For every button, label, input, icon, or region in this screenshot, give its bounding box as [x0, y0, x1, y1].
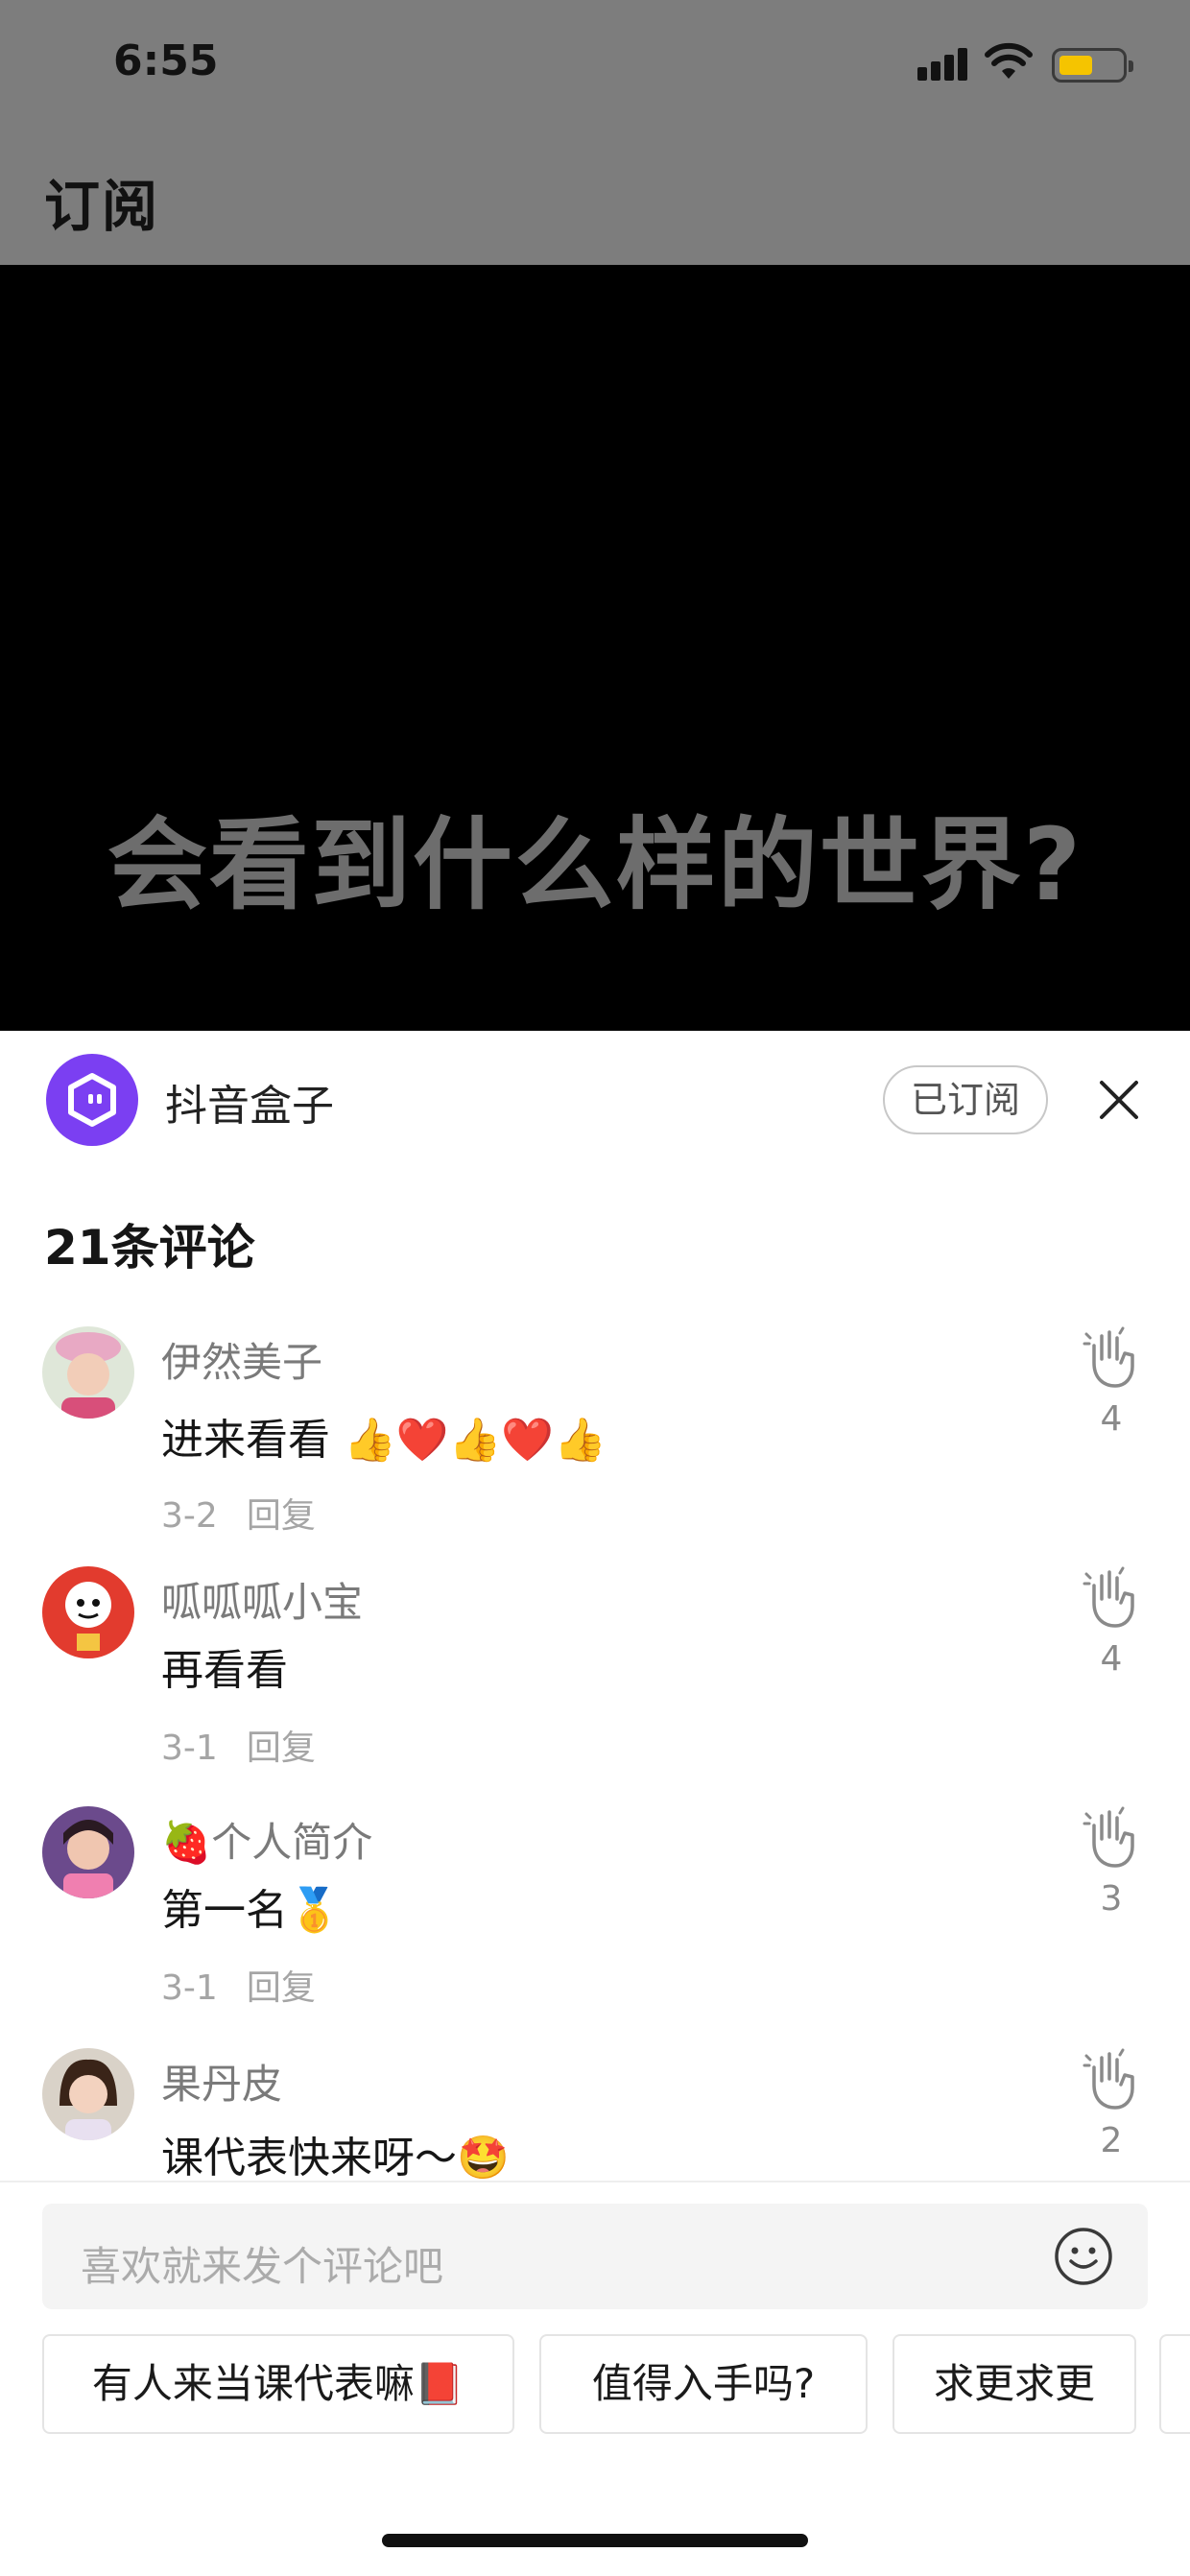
quick-reply-chip[interactable]: 值得入手吗?	[539, 2334, 868, 2434]
reply-button[interactable]: 回复	[247, 1968, 316, 2008]
avatar[interactable]	[42, 1806, 134, 1898]
avatar[interactable]	[42, 2048, 134, 2140]
comment-item: 🍓个人简介 第一名🥇 3-1 回复 3	[0, 1795, 1190, 2035]
video-caption: 会看到什么样的世界?	[107, 806, 1083, 923]
comment-username[interactable]: 果丹皮	[161, 2052, 282, 2111]
comment-count: 21条评论	[44, 1220, 255, 1276]
comment-meta: 3-2 回复	[161, 1488, 316, 1538]
like-hand-icon[interactable]	[1081, 1324, 1142, 1392]
comment-date: 3-1	[161, 1729, 218, 1768]
like-count: 4	[1100, 1639, 1123, 1679]
video-player[interactable]: 会看到什么样的世界?	[0, 265, 1190, 1031]
channel-bar: 抖音盒子 已订阅	[0, 1031, 1190, 1171]
avatar[interactable]	[42, 1566, 134, 1658]
comment-input-placeholder: 喜欢就来发个评论吧	[81, 2243, 444, 2290]
comment-list[interactable]: 伊然美子 进来看看 👍❤️👍❤️👍 3-2 回复 4 呱呱呱小宝 再看看 3-1 回…	[0, 1315, 1190, 2179]
comment-meta: 3-1 回复	[161, 1720, 316, 1770]
close-icon[interactable]	[1094, 1075, 1144, 1125]
quick-reply-bar: 有人来当课代表嘛📕 值得入手吗? 求更求更	[0, 2334, 1190, 2440]
quick-reply-chip[interactable]: 求更求更	[892, 2334, 1136, 2434]
status-time: 6:55	[113, 36, 219, 85]
channel-avatar[interactable]	[46, 1054, 138, 1146]
comment-text: 进来看看 👍❤️👍❤️👍	[161, 1416, 607, 1465]
like-count: 3	[1100, 1879, 1123, 1919]
like-count: 2	[1100, 2121, 1123, 2160]
comment-text: 第一名🥇	[161, 1886, 341, 1935]
battery-icon	[1052, 48, 1133, 83]
comment-input[interactable]: 喜欢就来发个评论吧	[42, 2204, 1148, 2309]
quick-reply-chip[interactable]: 有人来当课代表嘛📕	[42, 2334, 514, 2434]
emoji-icon[interactable]	[1054, 2227, 1113, 2286]
reply-button[interactable]: 回复	[247, 1496, 316, 1536]
top-area: 6:55 订阅	[0, 0, 1190, 265]
channel-name[interactable]: 抖音盒子	[165, 1071, 334, 1133]
reply-button[interactable]: 回复	[247, 1729, 316, 1768]
box-logo-icon	[68, 1073, 116, 1127]
comment-text: 课代表快来呀～🤩	[161, 2134, 510, 2179]
home-indicator	[382, 2534, 808, 2547]
comment-date: 3-2	[161, 1496, 218, 1536]
comment-item: 伊然美子 进来看看 👍❤️👍❤️👍 3-2 回复 4	[0, 1315, 1190, 1555]
like-hand-icon[interactable]	[1081, 1804, 1142, 1872]
comment-meta: 3-1 回复	[161, 1960, 316, 2010]
signal-icon	[917, 48, 969, 81]
comment-date: 3-1	[161, 1968, 218, 2008]
like-count: 4	[1100, 1399, 1123, 1439]
wifi-icon	[985, 42, 1033, 79]
comment-item: 呱呱呱小宝 再看看 3-1 回复 4	[0, 1555, 1190, 1795]
like-hand-icon[interactable]	[1081, 1564, 1142, 1632]
like-hand-icon[interactable]	[1081, 2046, 1142, 2113]
comment-username[interactable]: 伊然美子	[161, 1330, 322, 1389]
comment-username[interactable]: 呱呱呱小宝	[161, 1570, 363, 1629]
comment-username[interactable]: 🍓个人简介	[161, 1810, 372, 1869]
subscribed-button[interactable]: 已订阅	[883, 1065, 1048, 1134]
avatar[interactable]	[42, 1326, 134, 1419]
page-title: 订阅	[44, 174, 160, 239]
quick-reply-chip-partial[interactable]	[1159, 2334, 1190, 2434]
comment-item: 果丹皮 课代表快来呀～🤩 2	[0, 2037, 1190, 2179]
divider	[0, 2181, 1190, 2182]
comment-text: 再看看	[161, 1646, 288, 1695]
